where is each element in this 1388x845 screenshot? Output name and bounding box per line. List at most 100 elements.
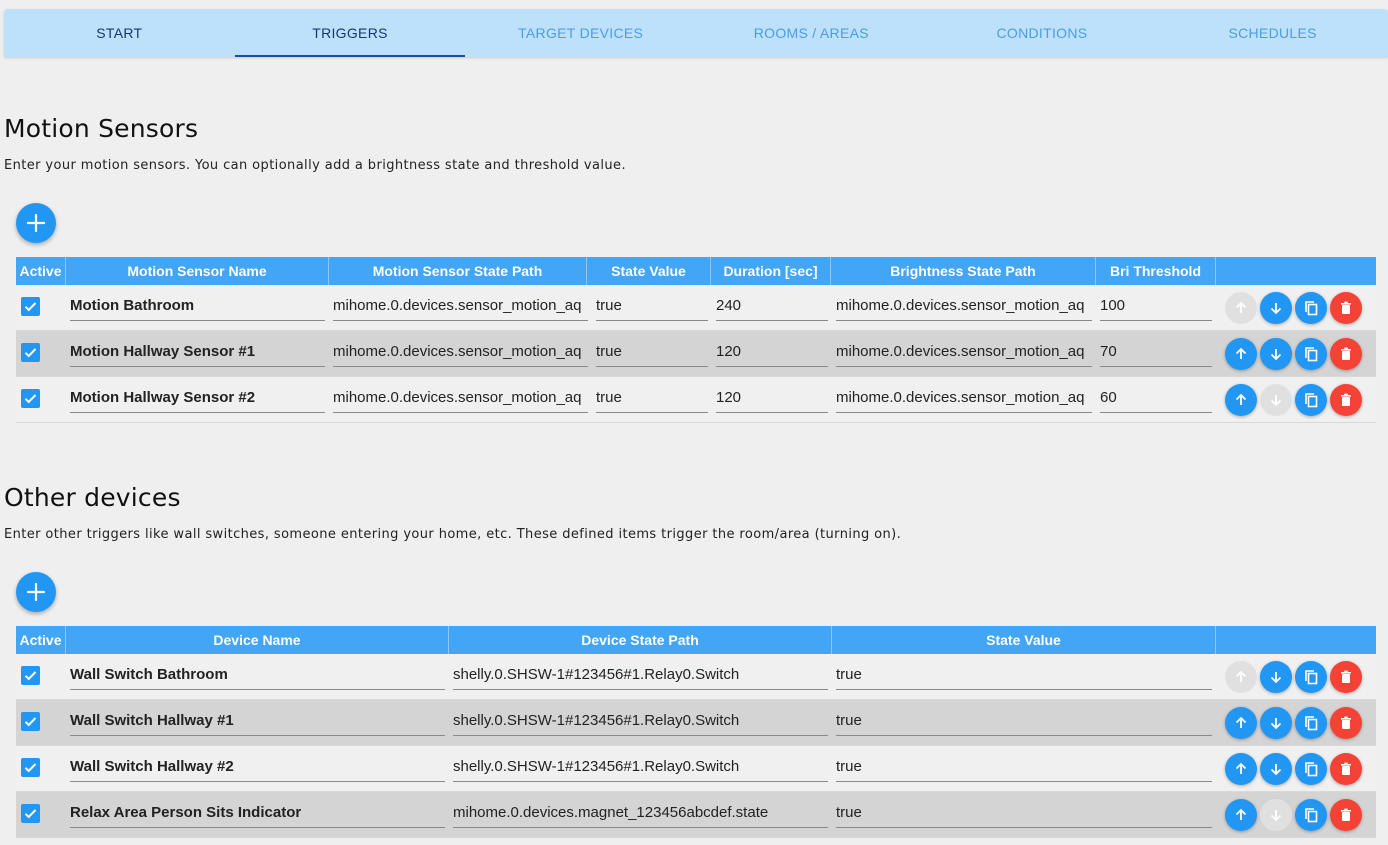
other-devices-title: Other devices bbox=[4, 483, 181, 512]
device-name-field[interactable]: Wall Switch Hallway #2 bbox=[70, 752, 445, 782]
device-name-field[interactable]: Wall Switch Hallway #1 bbox=[70, 706, 445, 736]
plus-icon bbox=[26, 582, 46, 602]
state-value-field[interactable]: true bbox=[836, 660, 1212, 690]
copy-icon bbox=[1305, 670, 1318, 685]
move-up-button[interactable] bbox=[1225, 799, 1257, 831]
delete-button[interactable] bbox=[1330, 707, 1362, 739]
check-icon bbox=[24, 809, 37, 819]
duplicate-button[interactable] bbox=[1295, 753, 1327, 785]
delete-button[interactable] bbox=[1330, 753, 1362, 785]
copy-icon bbox=[1305, 762, 1318, 777]
tab-triggers[interactable]: TRIGGERS bbox=[234, 9, 466, 57]
bri-threshold-field[interactable]: 60 bbox=[1100, 383, 1212, 413]
active-checkbox[interactable] bbox=[21, 758, 40, 777]
bri-threshold-field[interactable]: 70 bbox=[1100, 337, 1212, 367]
brightness-path-field[interactable]: mihome.0.devices.sensor_motion_aq bbox=[836, 383, 1092, 413]
arrow-down-icon bbox=[1270, 718, 1282, 730]
move-up-button[interactable] bbox=[1225, 338, 1257, 370]
check-icon bbox=[24, 394, 37, 404]
active-checkbox[interactable] bbox=[21, 389, 40, 408]
delete-button[interactable] bbox=[1330, 661, 1362, 693]
sensor-name-field[interactable]: Motion Bathroom bbox=[70, 291, 325, 321]
device-state-path-field[interactable]: shelly.0.SHSW-1#123456#1.Relay0.Switch bbox=[453, 752, 828, 782]
duplicate-button[interactable] bbox=[1295, 338, 1327, 370]
duplicate-button[interactable] bbox=[1295, 292, 1327, 324]
duplicate-button[interactable] bbox=[1295, 384, 1327, 416]
delete-button[interactable] bbox=[1330, 384, 1362, 416]
state-value-field[interactable]: true bbox=[596, 337, 708, 367]
move-down-button bbox=[1260, 384, 1292, 416]
move-down-button[interactable] bbox=[1260, 661, 1292, 693]
bri-threshold-field[interactable]: 100 bbox=[1100, 291, 1212, 321]
arrow-down-icon bbox=[1270, 810, 1282, 822]
duplicate-button[interactable] bbox=[1295, 707, 1327, 739]
arrow-down-icon bbox=[1270, 303, 1282, 315]
state-value-field[interactable]: true bbox=[836, 798, 1212, 828]
tab-rooms-areas[interactable]: ROOMS / AREAS bbox=[696, 9, 927, 57]
device-state-path-field[interactable]: shelly.0.SHSW-1#123456#1.Relay0.Switch bbox=[453, 706, 828, 736]
sensor-name-field[interactable]: Motion Hallway Sensor #1 bbox=[70, 337, 325, 367]
move-down-button[interactable] bbox=[1260, 292, 1292, 324]
plus-icon bbox=[26, 213, 46, 233]
device-state-path-field[interactable]: shelly.0.SHSW-1#123456#1.Relay0.Switch bbox=[453, 660, 828, 690]
active-checkbox[interactable] bbox=[21, 804, 40, 823]
device-name-field[interactable]: Wall Switch Bathroom bbox=[70, 660, 445, 690]
state-path-field[interactable]: mihome.0.devices.sensor_motion_aq bbox=[333, 383, 588, 413]
row-actions bbox=[1225, 661, 1362, 693]
active-checkbox[interactable] bbox=[21, 712, 40, 731]
table-row: Motion Hallway Sensor #2 mihome.0.devices… bbox=[16, 377, 1376, 423]
delete-icon bbox=[1341, 347, 1351, 360]
brightness-path-field[interactable]: mihome.0.devices.sensor_motion_aq bbox=[836, 291, 1092, 321]
motion-sensors-description: Enter your motion sensors. You can optio… bbox=[4, 158, 626, 173]
table-row: Motion Hallway Sensor #1 mihome.0.devices… bbox=[16, 331, 1376, 377]
move-down-button[interactable] bbox=[1260, 707, 1292, 739]
sensor-name-field[interactable]: Motion Hallway Sensor #2 bbox=[70, 383, 325, 413]
add-other-device-button[interactable] bbox=[16, 572, 56, 612]
duration-field[interactable]: 120 bbox=[716, 383, 828, 413]
delete-button[interactable] bbox=[1330, 292, 1362, 324]
copy-icon bbox=[1305, 347, 1318, 362]
tab-start[interactable]: START bbox=[4, 9, 235, 57]
state-value-field[interactable]: true bbox=[836, 752, 1212, 782]
state-value-field[interactable]: true bbox=[836, 706, 1212, 736]
state-value-field[interactable]: true bbox=[596, 291, 708, 321]
device-name-field[interactable]: Relax Area Person Sits Indicator bbox=[70, 798, 445, 828]
table-row: Wall Switch Hallway #1 shelly.0.SHSW-1#12… bbox=[16, 700, 1376, 746]
active-checkbox[interactable] bbox=[21, 343, 40, 362]
active-checkbox[interactable] bbox=[21, 297, 40, 316]
duplicate-button[interactable] bbox=[1295, 799, 1327, 831]
check-icon bbox=[24, 671, 37, 681]
check-icon bbox=[24, 717, 37, 727]
tab-conditions[interactable]: CONDITIONS bbox=[927, 9, 1158, 57]
move-up-button[interactable] bbox=[1225, 707, 1257, 739]
brightness-path-field[interactable]: mihome.0.devices.sensor_motion_aq bbox=[836, 337, 1092, 367]
tab-target-devices[interactable]: TARGET DEVICES bbox=[465, 9, 696, 57]
move-up-button bbox=[1225, 292, 1257, 324]
add-motion-sensor-button[interactable] bbox=[16, 203, 56, 243]
tab-schedules[interactable]: SCHEDULES bbox=[1157, 9, 1388, 57]
device-state-path-field[interactable]: mihome.0.devices.magnet_123456abcdef.sta… bbox=[453, 798, 828, 828]
duration-field[interactable]: 240 bbox=[716, 291, 828, 321]
delete-button[interactable] bbox=[1330, 338, 1362, 370]
move-up-button[interactable] bbox=[1225, 384, 1257, 416]
copy-icon bbox=[1305, 808, 1318, 823]
table-row: Motion Bathroom mihome.0.devices.sensor_m… bbox=[16, 285, 1376, 331]
arrow-down-icon bbox=[1270, 395, 1282, 407]
check-icon bbox=[24, 302, 37, 312]
active-checkbox[interactable] bbox=[21, 666, 40, 685]
duration-field[interactable]: 120 bbox=[716, 337, 828, 367]
table-header: Active Device Name Device State Path Sta… bbox=[16, 626, 1376, 654]
move-down-button[interactable] bbox=[1260, 753, 1292, 785]
row-actions bbox=[1225, 799, 1362, 831]
state-path-field[interactable]: mihome.0.devices.sensor_motion_aq bbox=[333, 337, 588, 367]
arrow-up-icon bbox=[1235, 670, 1247, 682]
duplicate-button[interactable] bbox=[1295, 661, 1327, 693]
move-down-button[interactable] bbox=[1260, 338, 1292, 370]
delete-button[interactable] bbox=[1330, 799, 1362, 831]
delete-icon bbox=[1341, 393, 1351, 406]
state-value-field[interactable]: true bbox=[596, 383, 708, 413]
delete-icon bbox=[1341, 670, 1351, 683]
move-up-button[interactable] bbox=[1225, 753, 1257, 785]
state-path-field[interactable]: mihome.0.devices.sensor_motion_aq bbox=[333, 291, 588, 321]
other-devices-table: Active Device Name Device State Path Sta… bbox=[16, 626, 1376, 838]
